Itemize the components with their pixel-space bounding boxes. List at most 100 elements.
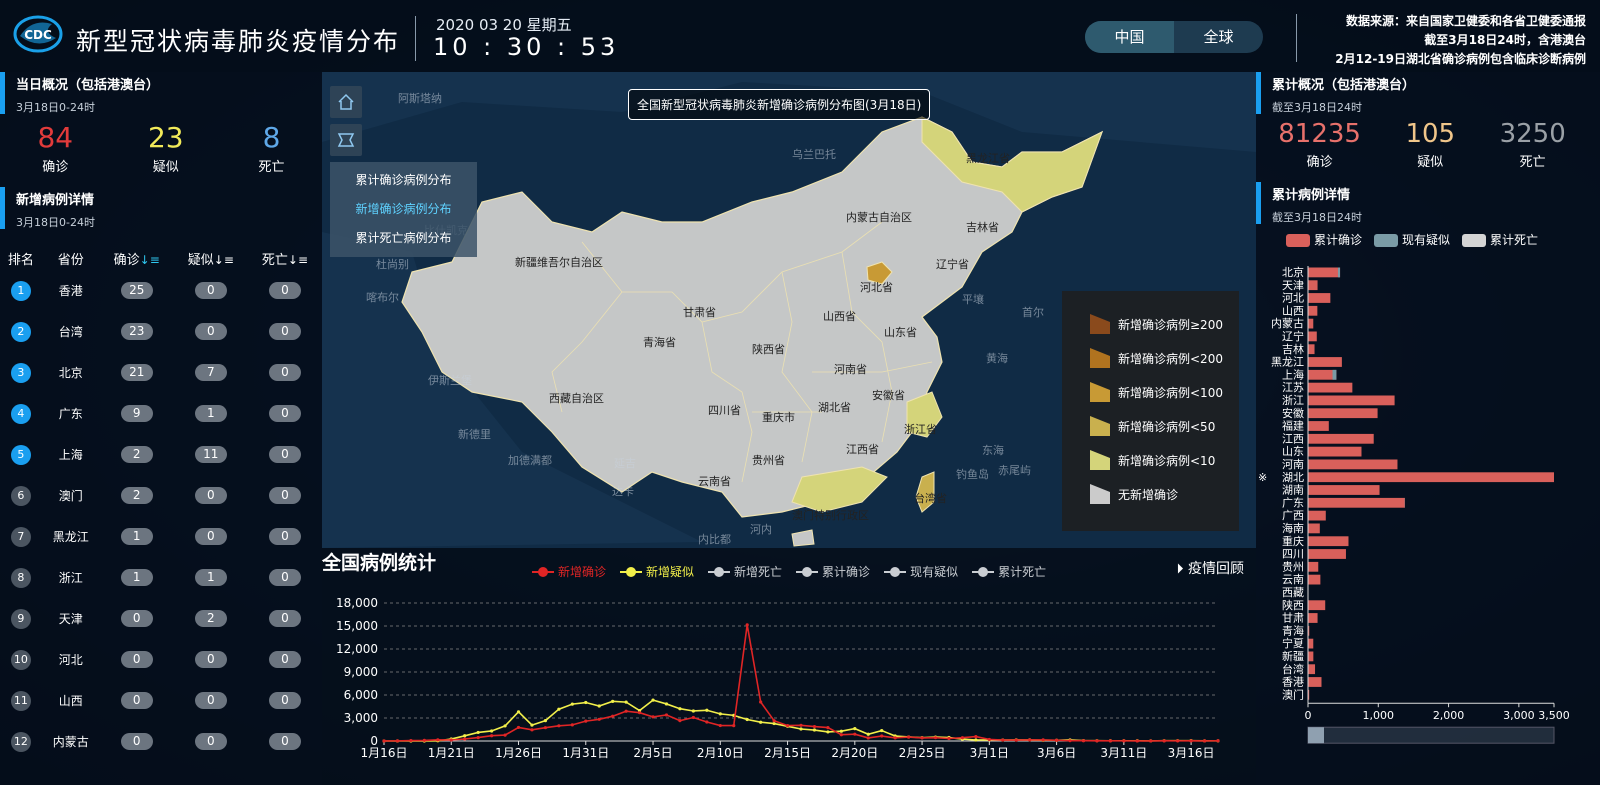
bar-category-label: 河南 [1282,458,1304,471]
legend-item[interactable]: 无新增确诊 [1090,477,1239,511]
deaths-cell: 0 [248,639,322,680]
sort-desc-icon[interactable]: ↓≡ [214,253,234,267]
legend-swatch [1090,484,1110,504]
map-legend: 新增确诊病例≥200 新增确诊病例<200 新增确诊病例<100 新增确诊病例<… [1062,291,1239,531]
bar-category-label: 湖南 [1282,484,1304,497]
deaths-pill: 0 [268,651,301,668]
page-title: 新型冠状病毒肺炎疫情分布 [76,27,401,56]
bar-confirmed [1308,549,1346,559]
china-map[interactable]: 黑龙江省 吉林省 辽宁省 内蒙古自治区 新疆维吾尔自治区 甘肃省 青海省 西藏自治区 四川省 重庆… [322,72,1256,548]
place-label: 延吉 [614,457,636,470]
col-deaths[interactable]: 死亡↓≡ [248,246,322,270]
data-point [516,710,521,714]
table-row[interactable]: 10 河北 0 0 0 [0,639,322,680]
suspected-pill: 0 [194,282,227,299]
table-row[interactable]: 11 山西 0 0 0 [0,680,322,721]
bar-confirmed [1308,408,1378,419]
place-label: 加德满都 [508,454,552,467]
place-label: 内比都 [698,533,731,546]
table-row[interactable]: 8 浙江 1 1 0 [0,557,322,598]
deaths-cell: 0 [248,434,322,475]
bar-category-label: 江西 [1282,432,1304,445]
bar-legend-item[interactable]: 累计死亡 [1462,231,1538,248]
map-toggle-button[interactable] [330,124,362,156]
deaths-pill: 0 [268,692,301,709]
bar-category-label: 北京 [1282,265,1304,279]
menu-new-confirmed[interactable]: 新增确诊病例分布 [330,195,477,224]
table-row[interactable]: 6 澳门 2 0 0 [0,475,322,516]
bar-legend-item[interactable]: 累计确诊 [1286,231,1362,248]
menu-cumulative-confirmed[interactable]: 累计确诊病例分布 [330,166,477,195]
place-label: 黄海 [986,352,1008,365]
legend-label: 累计确诊 [1314,233,1363,247]
table-row[interactable]: 3 北京 21 7 0 [0,352,322,393]
bar-confirmed [1308,574,1321,585]
rank-cell: 9 [0,598,42,639]
cdc-logo-icon: CDC [13,15,63,53]
sort-desc-icon[interactable]: ↓≡ [288,253,308,267]
zoom-slider-handle[interactable] [1308,727,1324,744]
province-label: 湖北省 [818,401,851,414]
province-label: 台湾省 [914,492,947,505]
province-label: 青海省 [643,336,676,349]
col-suspected[interactable]: 疑似↓≡ [174,246,248,270]
sort-desc-icon[interactable]: ↓≡ [140,253,160,267]
data-point [745,717,749,722]
toggle-china[interactable]: 中国 [1085,21,1174,53]
rank-cell: 8 [0,557,42,598]
bar-confirmed [1308,459,1398,470]
stat-total-deaths-value: 3250 [1499,119,1566,149]
data-point [1001,738,1005,742]
data-point [718,723,722,728]
bar-category-label: 安徽 [1282,406,1304,420]
table-row[interactable]: 7 黑龙江 1 0 0 [0,516,322,557]
col-confirmed[interactable]: 确诊↓≡ [100,246,174,270]
x-tick-label: 2月20日 [831,746,878,760]
data-point [759,720,763,724]
data-point [759,700,763,704]
data-point [1081,739,1086,743]
rank-badge: 4 [10,403,31,424]
bar-suspected [1332,369,1337,380]
legend-item[interactable]: 新增确诊病例<50 [1090,409,1239,443]
stat-deaths-value: 8 [262,121,281,154]
deaths-pill: 0 [268,364,301,381]
place-label: 伊斯兰堡 [428,374,472,387]
table-row[interactable]: 12 内蒙古 0 0 0 [0,721,322,762]
deaths-pill: 0 [268,446,301,463]
legend-item[interactable]: 新增确诊病例<100 [1090,375,1239,409]
legend-item[interactable]: 新增确诊病例<200 [1090,341,1239,375]
table-row[interactable]: 1 香港 25 0 0 [0,270,322,311]
toggle-global[interactable]: 全球 [1174,21,1263,53]
bar-confirmed [1308,305,1318,316]
rank-cell: 7 [0,516,42,557]
legend-swatch [1090,382,1110,402]
legend-item[interactable]: 新增确诊病例≥200 [1090,307,1239,341]
table-row[interactable]: 5 上海 2 11 0 [0,434,322,475]
home-button[interactable] [330,86,362,118]
rank-cell: 3 [0,352,42,393]
table-row[interactable]: 9 天津 0 2 0 [0,598,322,639]
deaths-pill: 0 [268,323,301,340]
province-label: 西藏自治区 [549,392,604,405]
svg-text:CDC: CDC [24,28,52,42]
data-point [1068,739,1072,743]
confirmed-cell: 0 [100,680,174,721]
table-row[interactable]: 2 台湾 23 0 0 [0,311,322,352]
legend-swatch [1090,450,1110,470]
data-point [907,735,911,739]
bar-confirmed [1308,421,1329,431]
bar-category-label: 青海 [1282,623,1304,637]
y-tick-label: 3,000 [344,711,378,725]
legend-item[interactable]: 新增确诊病例<10 [1090,443,1239,477]
bar-confirmed [1308,446,1362,457]
data-point [1176,739,1180,743]
table-row[interactable]: 4 广东 9 1 0 [0,393,322,434]
menu-cumulative-deaths[interactable]: 累计死亡病例分布 [330,224,477,253]
bar-legend-item[interactable]: 现有疑似 [1374,231,1450,248]
data-point [490,729,494,733]
data-point [570,702,574,706]
table-header-row: 排名 省份 确诊↓≡ 疑似↓≡ 死亡↓≡ [0,246,322,270]
data-point [799,723,803,727]
suspected-cell: 0 [174,311,248,352]
